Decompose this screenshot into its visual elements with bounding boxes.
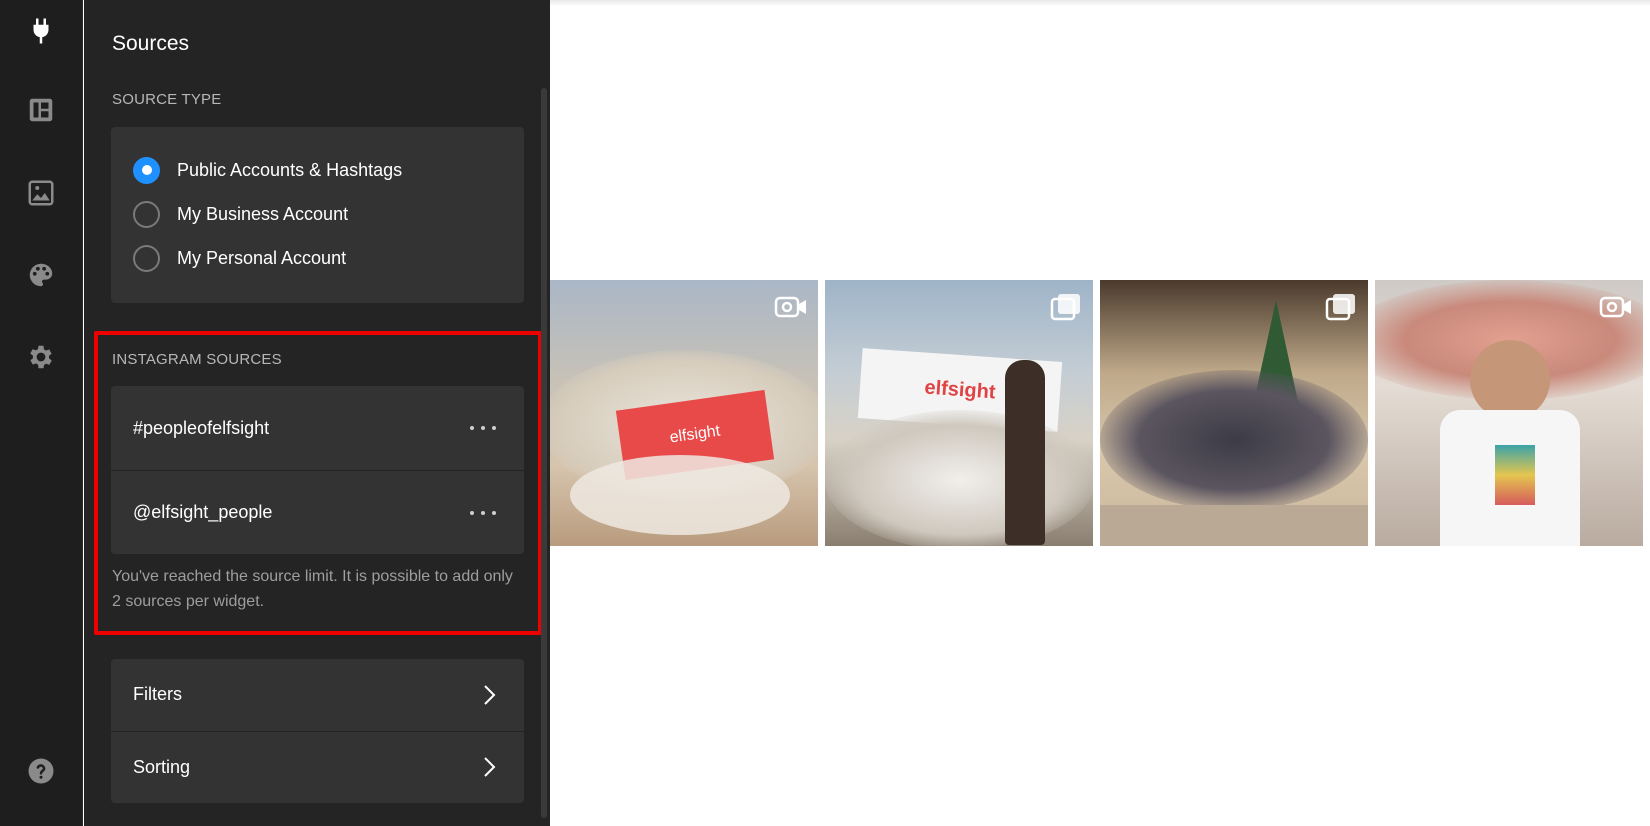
widget-preview: elfsight elfsight: [550, 0, 1650, 826]
instagram-post-tile[interactable]: [1100, 280, 1368, 546]
help-icon[interactable]: [24, 754, 58, 788]
instagram-post-tile[interactable]: [1375, 280, 1643, 546]
icon-rail: [0, 0, 83, 826]
instagram-sources-label: INSTAGRAM SOURCES: [112, 351, 282, 368]
radio-unchecked-icon: [133, 200, 160, 228]
radio-personal-account[interactable]: My Personal Account: [133, 243, 346, 273]
more-icon[interactable]: [470, 509, 496, 517]
video-icon: [774, 296, 806, 318]
panel-scrollbar[interactable]: [541, 88, 547, 818]
photo-face: [1470, 340, 1550, 420]
sorting-nav-item[interactable]: Sorting: [111, 731, 524, 802]
gallery-icon: [1325, 294, 1355, 321]
nav-label: Filters: [133, 684, 182, 704]
instagram-post-tile[interactable]: elfsight: [550, 280, 818, 546]
instagram-sources-card: #peopleofelfsight @elfsight_people: [111, 386, 524, 554]
radio-unchecked-icon: [133, 244, 160, 272]
source-label: #peopleofelfsight: [133, 417, 270, 438]
radio-label: My Personal Account: [177, 247, 347, 268]
image-icon[interactable]: [24, 176, 58, 210]
radio-public-accounts[interactable]: Public Accounts & Hashtags: [133, 155, 402, 185]
photo-people: [570, 455, 790, 535]
source-item-hashtag[interactable]: #peopleofelfsight: [111, 386, 524, 470]
photo-person: [1005, 360, 1045, 545]
source-type-card: Public Accounts & Hashtags My Business A…: [111, 127, 524, 303]
chevron-right-icon: [484, 684, 496, 705]
top-shadow: [550, 0, 1650, 6]
source-item-account[interactable]: @elfsight_people: [111, 470, 524, 554]
radio-label: Public Accounts & Hashtags: [177, 159, 403, 180]
source-limit-note: You've reached the source limit. It is p…: [112, 568, 513, 610]
radio-label: My Business Account: [177, 203, 349, 224]
gallery-icon: [1050, 294, 1080, 321]
chevron-right-icon: [484, 757, 496, 777]
filters-nav-item[interactable]: Filters: [111, 659, 524, 730]
gear-icon[interactable]: [24, 340, 58, 374]
source-type-label: SOURCE TYPE: [112, 91, 222, 108]
photo-crowd: [1100, 370, 1368, 510]
instagram-post-tile[interactable]: elfsight: [825, 280, 1093, 546]
settings-panel: Sources SOURCE TYPE Public Accounts & Ha…: [84, 0, 550, 826]
plug-icon[interactable]: [24, 14, 58, 48]
palette-icon[interactable]: [24, 258, 58, 292]
video-icon: [1599, 296, 1631, 318]
layout-icon[interactable]: [24, 93, 58, 127]
photo-crowd: [825, 410, 1093, 546]
photo-floor: [1100, 505, 1368, 546]
source-label: @elfsight_people: [133, 502, 273, 522]
photo-shirt-print: [1495, 445, 1535, 505]
radio-checked-icon: [133, 156, 160, 184]
settings-nav-card: Filters Sorting: [111, 659, 524, 803]
more-icon[interactable]: [470, 424, 496, 432]
nav-label: Sorting: [133, 756, 191, 777]
page-title: Sources: [112, 32, 190, 55]
radio-business-account[interactable]: My Business Account: [133, 199, 348, 229]
